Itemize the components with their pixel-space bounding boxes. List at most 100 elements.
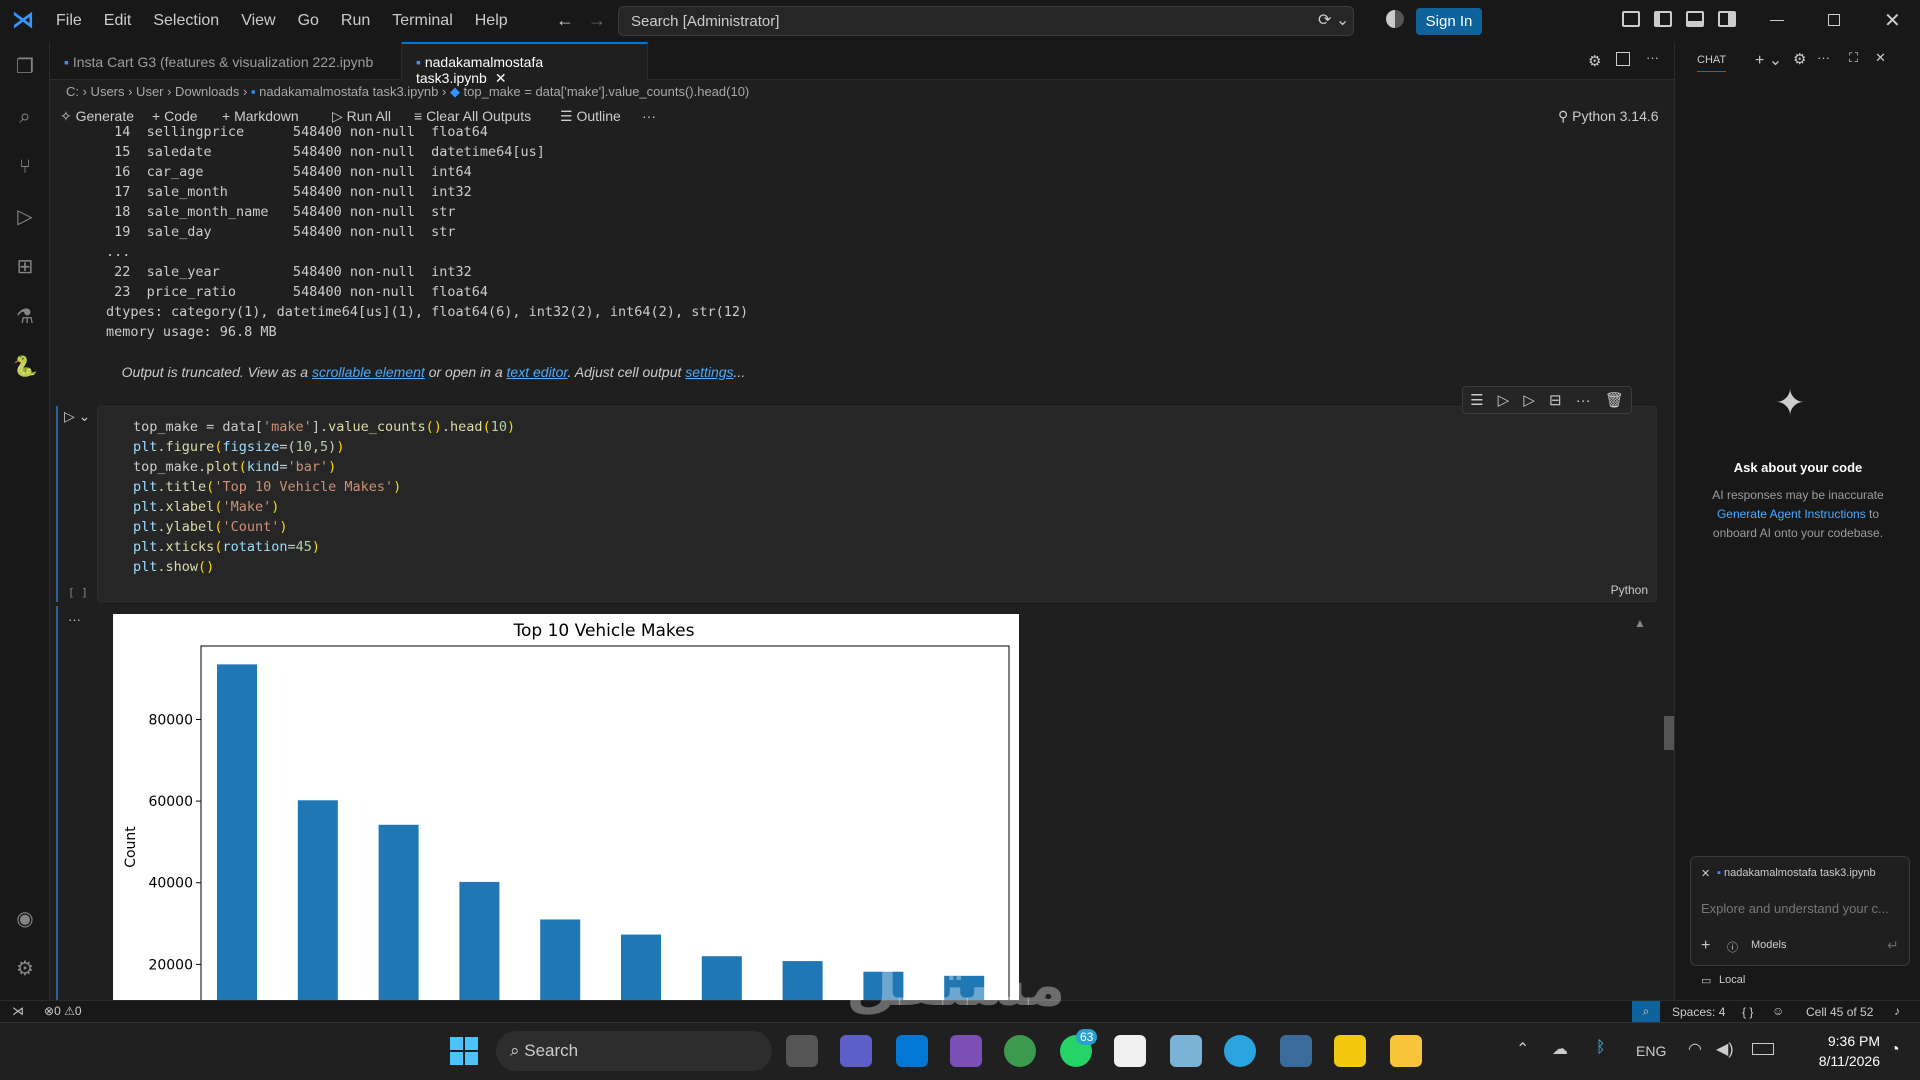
wifi-icon[interactable]: ◠: [1688, 1039, 1702, 1059]
notification-center-icon[interactable]: ◔: [1890, 1041, 1900, 1059]
language-mode-status[interactable]: { }: [1742, 1005, 1753, 1019]
kernel-picker[interactable]: ⚲ Python 3.14.6: [1558, 108, 1659, 125]
execute-below-icon[interactable]: ▷: [1523, 391, 1535, 409]
chat-header[interactable]: CHAT: [1697, 54, 1727, 72]
zoom-indicator-icon[interactable]: ⌕: [1632, 1001, 1660, 1023]
split-cell-icon[interactable]: ⊟: [1549, 391, 1562, 409]
clock-date[interactable]: 8/11/2026: [1790, 1053, 1880, 1069]
sql-server-icon[interactable]: [1170, 1035, 1202, 1067]
extensions-icon[interactable]: ⊞: [12, 254, 38, 280]
menu-view[interactable]: View: [241, 12, 275, 30]
ssms-icon[interactable]: [1280, 1035, 1312, 1067]
chat-more-icon[interactable]: ···: [1817, 50, 1830, 65]
settings-gear-icon[interactable]: ⚙: [1588, 52, 1601, 70]
chat-input[interactable]: Explore and understand your c...: [1701, 901, 1889, 916]
windows-start-icon[interactable]: [450, 1037, 478, 1065]
python-icon[interactable]: 🐍: [12, 354, 38, 380]
toolbar-more-button[interactable]: ···: [642, 108, 656, 124]
toggle-panel-icon[interactable]: [1686, 11, 1704, 27]
sign-in-button[interactable]: Sign In: [1416, 8, 1482, 35]
run-cell-icon[interactable]: ▷ ⌄: [64, 408, 90, 425]
cell-language-label[interactable]: Python: [1611, 583, 1648, 597]
input-language[interactable]: ENG: [1636, 1043, 1666, 1059]
menu-help[interactable]: Help: [475, 12, 508, 30]
settings-link[interactable]: settings: [685, 364, 733, 380]
toggle-sidebar-icon[interactable]: [1654, 11, 1672, 27]
bluetooth-icon[interactable]: ᛒ: [1596, 1039, 1606, 1057]
split-editor-icon[interactable]: [1616, 52, 1630, 66]
execute-above-icon[interactable]: ▷: [1498, 391, 1510, 409]
scroll-up-icon[interactable]: ▲: [1634, 616, 1646, 630]
close-chat-icon[interactable]: ✕: [1875, 50, 1886, 66]
remote-icon[interactable]: ⋊: [12, 1004, 24, 1018]
add-markdown-button[interactable]: + Markdown: [222, 108, 299, 124]
add-code-button[interactable]: + Code: [152, 108, 198, 124]
more-actions-icon[interactable]: ···: [1646, 50, 1659, 65]
tab-task3[interactable]: ▪ nadakamalmostafa task3.ipynb ✕: [402, 42, 648, 86]
file-explorer-icon[interactable]: [1390, 1035, 1422, 1067]
testing-icon[interactable]: ⚗: [12, 304, 38, 330]
breadcrumb-file[interactable]: nadakamalmostafa task3.ipynb: [259, 84, 438, 99]
breadcrumb-cell[interactable]: top_make = data['make'].value_counts().h…: [464, 84, 750, 99]
menu-run[interactable]: Run: [341, 12, 370, 30]
code-cell[interactable]: top_make = data['make'].value_counts().h…: [97, 406, 1657, 602]
forward-arrow-icon[interactable]: →: [588, 10, 606, 31]
agent-instructions-link[interactable]: Generate Agent Instructions: [1717, 507, 1866, 521]
accounts-icon[interactable]: [1386, 10, 1404, 28]
scrollable-element-link[interactable]: scrollable element: [312, 364, 425, 380]
clock-time[interactable]: 9:36 PM: [1790, 1033, 1880, 1049]
explorer-icon[interactable]: ❐: [12, 54, 38, 80]
close-window-icon[interactable]: ✕: [1884, 8, 1901, 33]
tab-insta-cart[interactable]: ▪ Insta Cart G3 (features & visualizatio…: [50, 42, 402, 80]
onedrive-icon[interactable]: ☁: [1552, 1039, 1568, 1059]
menu-go[interactable]: Go: [298, 12, 319, 30]
remove-context-icon[interactable]: ✕: [1701, 867, 1710, 880]
task-view-icon[interactable]: [786, 1035, 818, 1067]
text-editor-link[interactable]: text editor: [507, 364, 568, 380]
chrome-icon[interactable]: [1004, 1035, 1036, 1067]
scrollbar-thumb[interactable]: [1664, 716, 1674, 750]
maximize-icon[interactable]: ⛶: [1849, 50, 1858, 66]
restore-icon[interactable]: [1828, 14, 1840, 26]
layout-customize-icon[interactable]: [1622, 11, 1640, 27]
account-icon[interactable]: ◉: [12, 906, 38, 932]
copilot-status-icon[interactable]: ☺: [1772, 1004, 1784, 1018]
models-picker[interactable]: Models: [1751, 939, 1786, 951]
search-icon[interactable]: ⌕: [12, 104, 38, 130]
outline-button[interactable]: ☰ Outline: [560, 108, 621, 125]
cell-position-status[interactable]: Cell 45 of 52: [1806, 1005, 1873, 1019]
cell-more-icon[interactable]: ···: [1576, 392, 1591, 409]
format-cell-icon[interactable]: ☰: [1470, 391, 1483, 409]
context-file-chip[interactable]: ▪ nadakamalmostafa task3.ipynb: [1717, 867, 1876, 879]
menu-file[interactable]: File: [56, 12, 82, 30]
manage-gear-icon[interactable]: ⚙: [12, 956, 38, 982]
delete-cell-icon[interactable]: 🗑: [1605, 391, 1624, 409]
add-context-icon[interactable]: +: [1701, 937, 1710, 955]
new-chat-icon[interactable]: + ⌄: [1755, 50, 1782, 70]
power-bi-icon[interactable]: [1334, 1035, 1366, 1067]
copilot-chat-icon[interactable]: ⟳ ⌄: [1318, 10, 1349, 30]
volume-icon[interactable]: ◀): [1716, 1039, 1734, 1059]
minimize-icon[interactable]: [1770, 20, 1784, 21]
vscode-taskbar-icon[interactable]: [896, 1035, 928, 1067]
source-control-icon[interactable]: ⑂: [12, 154, 38, 180]
run-all-button[interactable]: ▷ Run All: [332, 108, 391, 125]
store-icon[interactable]: [1114, 1035, 1146, 1067]
menu-edit[interactable]: Edit: [104, 12, 132, 30]
breadcrumb-path[interactable]: C: › Users › User › Downloads ›: [66, 84, 251, 99]
chat-settings-icon[interactable]: ⚙: [1793, 50, 1806, 68]
back-arrow-icon[interactable]: ←: [556, 10, 574, 31]
clear-outputs-button[interactable]: ≡ Clear All Outputs: [414, 108, 531, 124]
menu-terminal[interactable]: Terminal: [392, 12, 452, 30]
command-search-input[interactable]: Search [Administrator]: [618, 6, 1354, 36]
indentation-status[interactable]: Spaces: 4: [1672, 1005, 1725, 1019]
run-debug-icon[interactable]: ▷: [12, 204, 38, 230]
output-more-icon[interactable]: ···: [68, 612, 81, 627]
generate-button[interactable]: ✧ Generate: [60, 108, 134, 125]
send-icon[interactable]: ↵: [1887, 937, 1899, 954]
local-label[interactable]: Local: [1719, 974, 1745, 986]
visual-studio-icon[interactable]: [950, 1035, 982, 1067]
toggle-secondary-sidebar-icon[interactable]: [1718, 11, 1736, 27]
telegram-icon[interactable]: [1224, 1035, 1256, 1067]
taskbar-search[interactable]: ⌕ Search: [496, 1031, 772, 1071]
